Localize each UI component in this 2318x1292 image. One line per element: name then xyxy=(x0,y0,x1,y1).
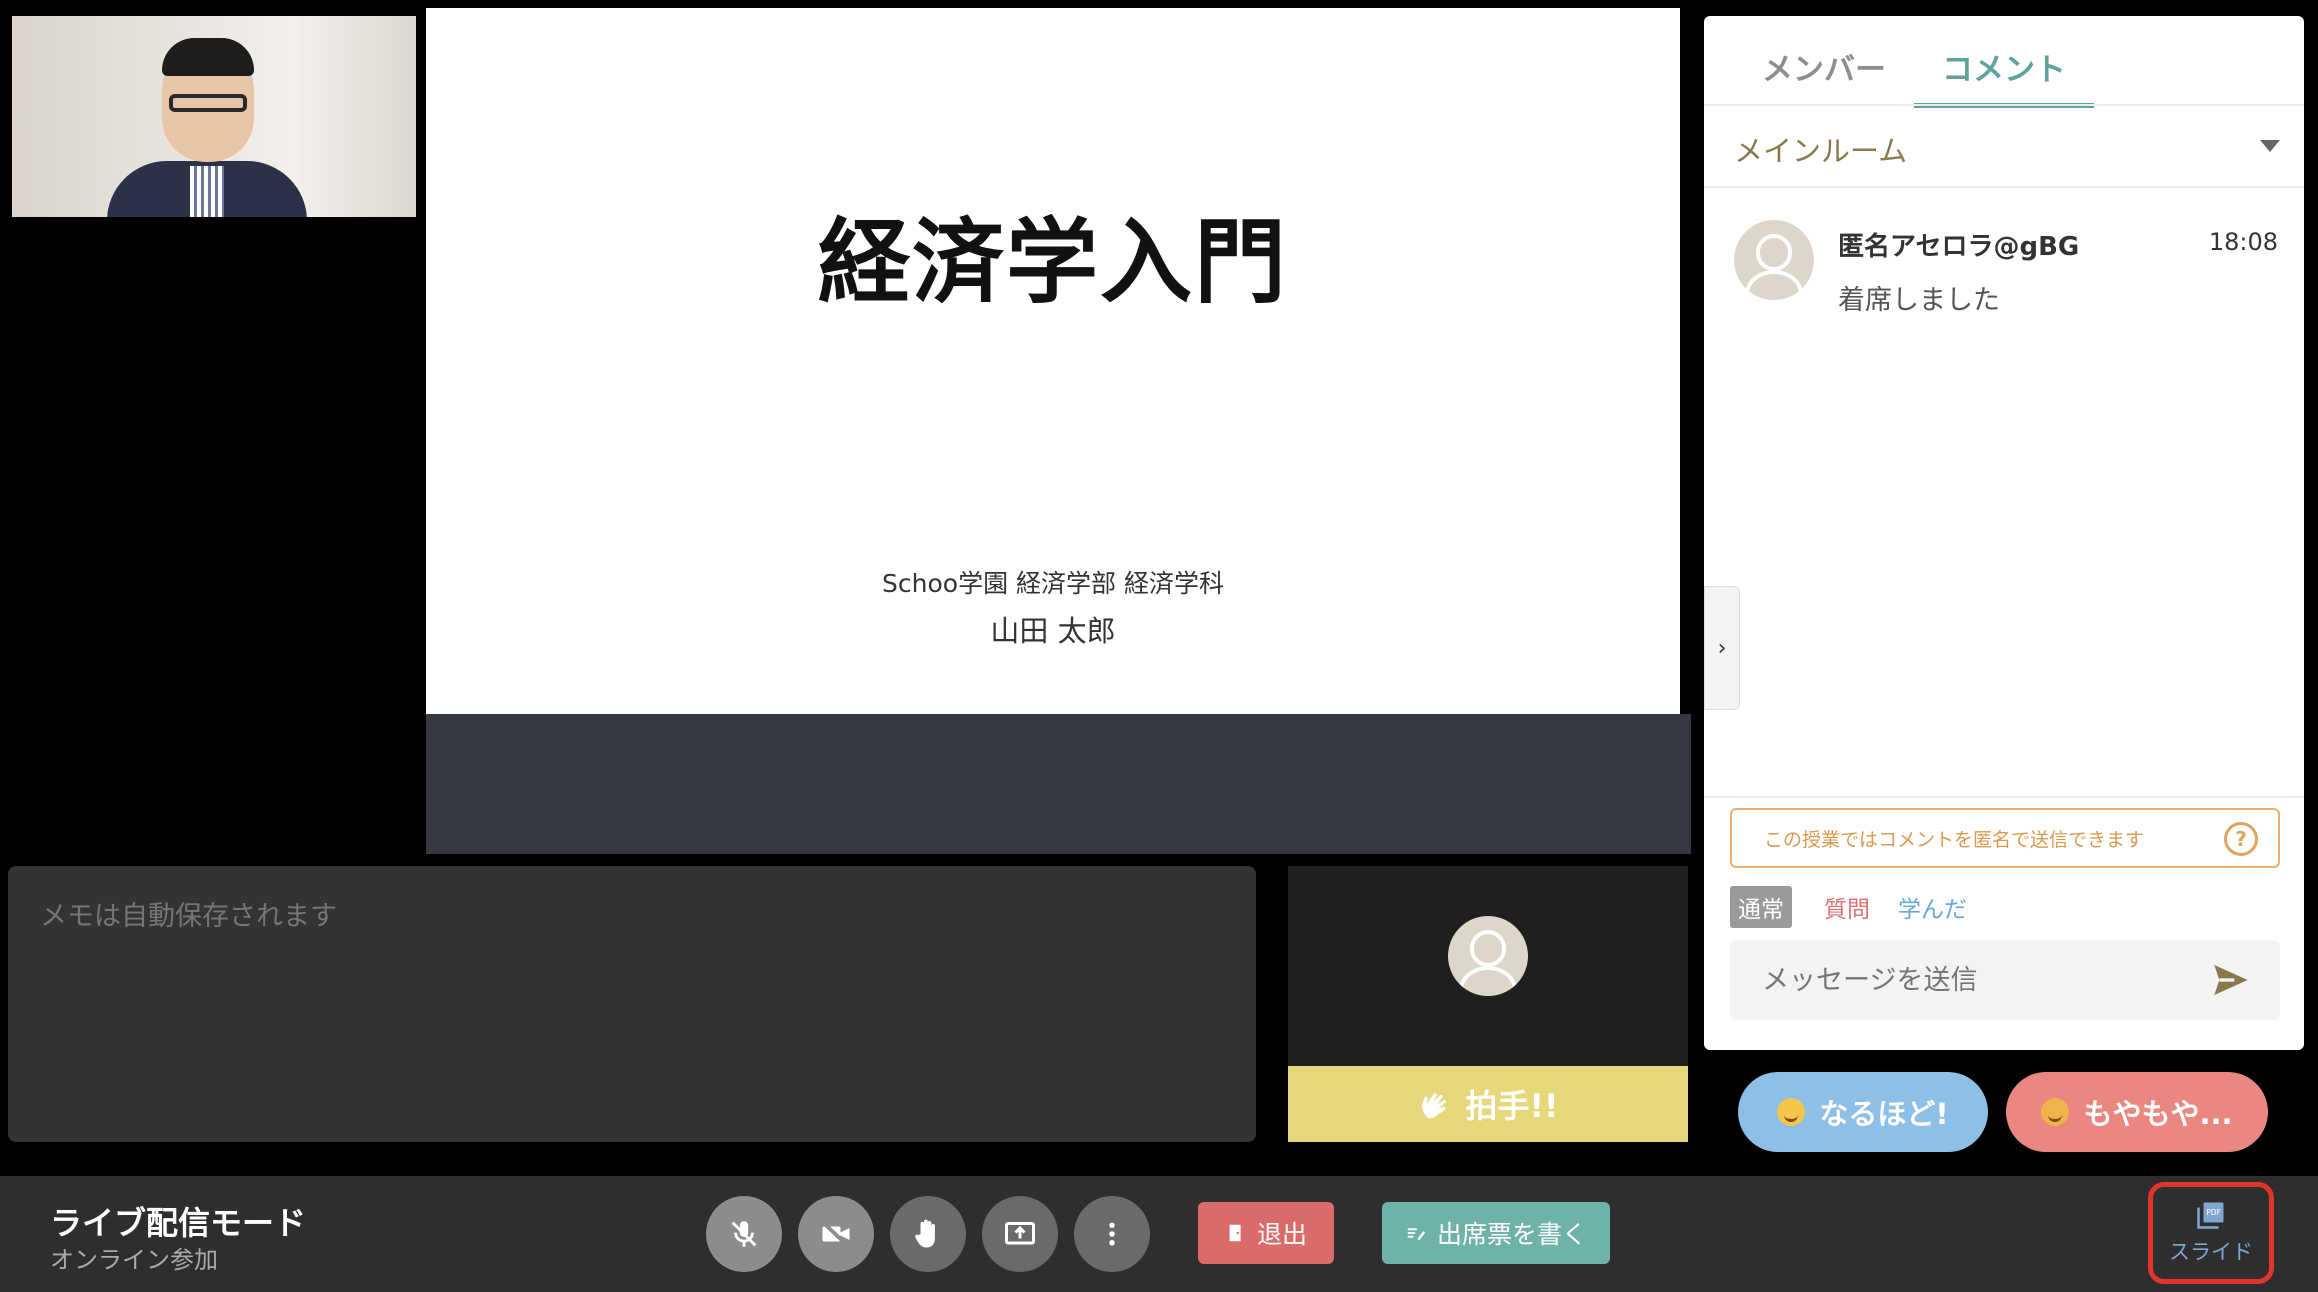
comment-time: 18:08 xyxy=(2208,228,2278,256)
more-options-button[interactable] xyxy=(1074,1196,1150,1272)
reaction-naruhodo-button[interactable]: なるほど! xyxy=(1738,1072,1988,1152)
message-input[interactable] xyxy=(1730,940,2280,1020)
exit-label: 退出 xyxy=(1256,1220,1307,1249)
camera-off-button[interactable] xyxy=(798,1196,874,1272)
slide-subtitle: Schoo学園 経済学部 経済学科 xyxy=(882,569,1224,598)
mic-off-button[interactable] xyxy=(706,1196,782,1272)
anonymous-notice: この授業ではコメントを匿名で送信できます ? xyxy=(1730,808,2280,868)
comment-text: 着席しました xyxy=(1838,285,2000,316)
memo-input[interactable] xyxy=(8,866,1256,1142)
chevron-right-icon: › xyxy=(1717,635,1727,661)
door-icon xyxy=(1229,1224,1241,1242)
mode-subtitle: オンライン参加 xyxy=(50,1246,218,1274)
room-select[interactable]: メインルーム xyxy=(1734,128,1907,170)
clap-hands-icon xyxy=(1422,1092,1447,1119)
clap-label: 拍手!! xyxy=(1465,1087,1559,1125)
hand-icon xyxy=(915,1219,935,1248)
write-attendance-button[interactable]: 出席票を書く xyxy=(1382,1202,1610,1264)
pencil-lines-icon xyxy=(1407,1228,1426,1240)
raise-hand-button[interactable] xyxy=(890,1196,966,1272)
pdf-icon-text: PDF xyxy=(2206,1208,2221,1217)
mode-title: ライブ配信モード xyxy=(50,1204,307,1242)
more-vertical-icon xyxy=(1109,1222,1115,1246)
clap-button[interactable]: 拍手!! xyxy=(1288,1066,1688,1142)
screen-share-button[interactable] xyxy=(982,1196,1058,1272)
slide-presenter: 山田 太郎 xyxy=(990,614,1116,648)
camera-off-icon xyxy=(821,1220,850,1248)
question-circle-icon[interactable]: ? xyxy=(2224,822,2258,856)
comment-type-learned[interactable]: 学んだ xyxy=(1890,886,1975,928)
attendance-label: 出席票を書く xyxy=(1436,1220,1587,1249)
tab-comments[interactable]: コメント xyxy=(1914,44,2094,108)
screen-share-icon xyxy=(1005,1222,1035,1245)
tab-divider xyxy=(1704,104,2304,106)
tab-members[interactable]: メンバー xyxy=(1734,44,1914,103)
room-divider xyxy=(1704,186,2304,188)
reaction-moyamoya-label: もやもや... xyxy=(2083,1097,2233,1131)
send-icon[interactable] xyxy=(2208,960,2254,1000)
anonymous-notice-text: この授業ではコメントを匿名で送信できます xyxy=(1764,828,2145,851)
comment-author: 匿名アセロラ@gBG xyxy=(1838,232,2080,262)
composer-divider xyxy=(1704,796,2304,798)
reaction-moyamoya-button[interactable]: もやもや... xyxy=(2006,1072,2268,1152)
comment-avatar xyxy=(1734,220,1814,300)
participant-avatar xyxy=(1448,916,1528,996)
collapse-panel-button[interactable]: › xyxy=(1704,586,1740,710)
pdf-icon: PDF xyxy=(2197,1202,2224,1229)
comment-type-normal[interactable]: 通常 xyxy=(1730,886,1792,928)
slide-label: スライド xyxy=(2169,1240,2253,1264)
smile-emoji-icon xyxy=(1777,1098,1806,1126)
slide-pdf-button[interactable]: PDF スライド xyxy=(2148,1182,2274,1284)
chevron-down-icon[interactable] xyxy=(2260,140,2280,152)
slide-title: 経済学入門 xyxy=(817,208,1288,316)
comment-type-question[interactable]: 質問 xyxy=(1816,886,1878,928)
exit-button[interactable]: 退出 xyxy=(1198,1202,1334,1264)
reaction-naruhodo-label: なるほど! xyxy=(1819,1097,1949,1131)
confused-emoji-icon xyxy=(2041,1098,2070,1126)
presenter-video xyxy=(12,16,416,217)
slide-area-background xyxy=(426,714,1691,854)
chat-panel: メンバー コメント メインルーム 匿名アセロラ@gBG 18:08 着席しました… xyxy=(1704,16,2304,1050)
bottom-toolbar xyxy=(0,1176,2318,1292)
slide-view: 経済学入門 Schoo学園 経済学部 経済学科 山田 太郎 xyxy=(426,8,1680,714)
mic-off-icon xyxy=(731,1221,757,1247)
